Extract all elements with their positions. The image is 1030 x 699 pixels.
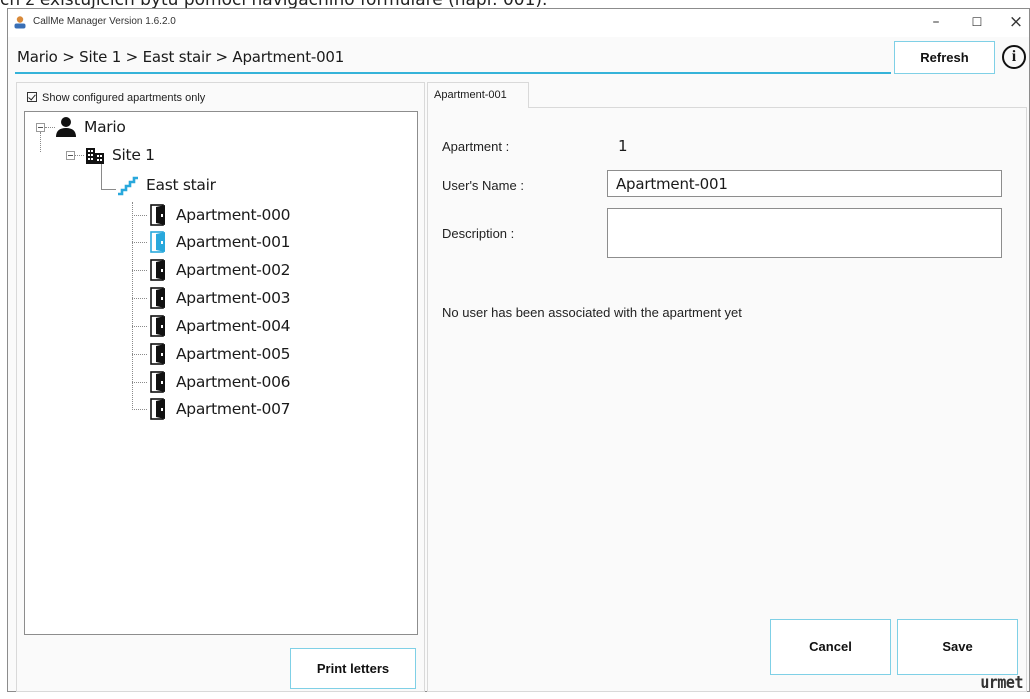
- title-bar: CallMe Manager Version 1.6.2.0 – ☐ ×: [8, 9, 1029, 37]
- stairs-icon: [118, 176, 138, 196]
- tree-connector: [40, 132, 41, 152]
- info-icon[interactable]: i: [1002, 45, 1026, 69]
- tree-connector: [75, 155, 84, 156]
- tree-connector: [101, 189, 116, 190]
- door-icon: [150, 371, 165, 393]
- tree-node-apartment[interactable]: Apartment-002: [149, 258, 291, 282]
- tree-node-apartment[interactable]: Apartment-004: [149, 314, 291, 338]
- document-caption: ch z existujících bytů pomocí navigačníh…: [0, 0, 1030, 8]
- tree-node-site[interactable]: Site 1: [85, 143, 155, 167]
- users-name-label: User's Name :: [442, 178, 524, 193]
- tree-node-root[interactable]: Mario: [55, 115, 126, 139]
- tree-node-stair[interactable]: East stair: [117, 173, 216, 197]
- apartment-tree: Mario Site 1 East stair Apartment-000 Ap…: [24, 111, 418, 635]
- door-icon: [150, 398, 165, 420]
- tree-connector: [132, 202, 133, 410]
- tree-connector: [101, 164, 102, 190]
- description-field[interactable]: [607, 208, 1002, 258]
- no-user-message: No user has been associated with the apa…: [442, 305, 742, 320]
- urmet-logo: urmet: [980, 671, 1023, 693]
- users-name-field[interactable]: Apartment-001: [607, 170, 1002, 197]
- tree-node-apartment[interactable]: Apartment-007: [149, 397, 291, 421]
- tree-node-label: Apartment-004: [176, 317, 291, 335]
- checkbox-checked-icon: [27, 92, 37, 102]
- breadcrumb-bar: Mario > Site 1 > East stair > Apartment-…: [8, 37, 1029, 77]
- tree-node-apartment[interactable]: Apartment-006: [149, 370, 291, 394]
- app-user-icon: [14, 16, 26, 29]
- tab-apartment[interactable]: Apartment-001: [427, 82, 529, 108]
- tree-panel: Show configured apartments only Mario Si…: [16, 82, 425, 692]
- tree-connector: [132, 242, 147, 243]
- tree-node-apartment[interactable]: Apartment-000: [149, 203, 291, 227]
- description-label: Description :: [442, 226, 515, 241]
- door-selected-icon: [150, 231, 165, 253]
- tree-node-label: East stair: [146, 176, 216, 194]
- tree-connector: [132, 382, 147, 383]
- tree-connector: [132, 409, 147, 410]
- tree-node-label: Apartment-000: [176, 206, 291, 224]
- collapse-icon[interactable]: [66, 151, 75, 160]
- tree-node-label: Apartment-007: [176, 400, 291, 418]
- app-window: CallMe Manager Version 1.6.2.0 – ☐ × Mar…: [7, 8, 1030, 692]
- cancel-button[interactable]: Cancel: [770, 619, 891, 675]
- door-icon: [150, 287, 165, 309]
- tree-node-label: Apartment-006: [176, 373, 291, 391]
- building-icon: [86, 148, 104, 164]
- tree-node-label: Apartment-005: [176, 345, 291, 363]
- close-button[interactable]: ×: [1001, 11, 1030, 33]
- tree-connector: [132, 326, 147, 327]
- maximize-button[interactable]: ☐: [962, 11, 992, 33]
- tree-connector: [132, 270, 147, 271]
- collapse-icon[interactable]: [36, 123, 45, 132]
- person-icon: [56, 117, 76, 137]
- tree-node-apartment-selected[interactable]: Apartment-001: [149, 230, 291, 254]
- breadcrumb: Mario > Site 1 > East stair > Apartment-…: [17, 48, 345, 66]
- door-icon: [150, 204, 165, 226]
- apartment-label: Apartment :: [442, 139, 510, 154]
- print-letters-button[interactable]: Print letters: [290, 648, 416, 689]
- tree-node-apartment[interactable]: Apartment-003: [149, 286, 291, 310]
- tree-node-label: Site 1: [112, 146, 155, 164]
- tree-node-label: Apartment-002: [176, 261, 291, 279]
- tree-connector: [132, 215, 147, 216]
- tree-node-apartment[interactable]: Apartment-005: [149, 342, 291, 366]
- tree-node-label: Mario: [84, 118, 126, 136]
- breadcrumb-underline: [15, 72, 891, 74]
- tree-connector: [132, 298, 147, 299]
- tree-node-label: Apartment-001: [176, 233, 291, 251]
- show-configured-checkbox[interactable]: Show configured apartments only: [27, 92, 205, 104]
- tree-node-label: Apartment-003: [176, 289, 291, 307]
- apartment-value: 1: [618, 137, 628, 155]
- minimize-button[interactable]: –: [921, 11, 951, 33]
- refresh-button[interactable]: Refresh: [894, 41, 995, 74]
- show-configured-label: Show configured apartments only: [42, 92, 206, 104]
- door-icon: [150, 259, 165, 281]
- apartment-details-panel: Apartment : 1 User's Name : Apartment-00…: [427, 107, 1027, 692]
- save-button[interactable]: Save: [897, 619, 1018, 675]
- door-icon: [150, 315, 165, 337]
- window-title: CallMe Manager Version 1.6.2.0: [33, 16, 176, 27]
- tree-connector: [132, 354, 147, 355]
- door-icon: [150, 343, 165, 365]
- tree-connector: [45, 127, 55, 128]
